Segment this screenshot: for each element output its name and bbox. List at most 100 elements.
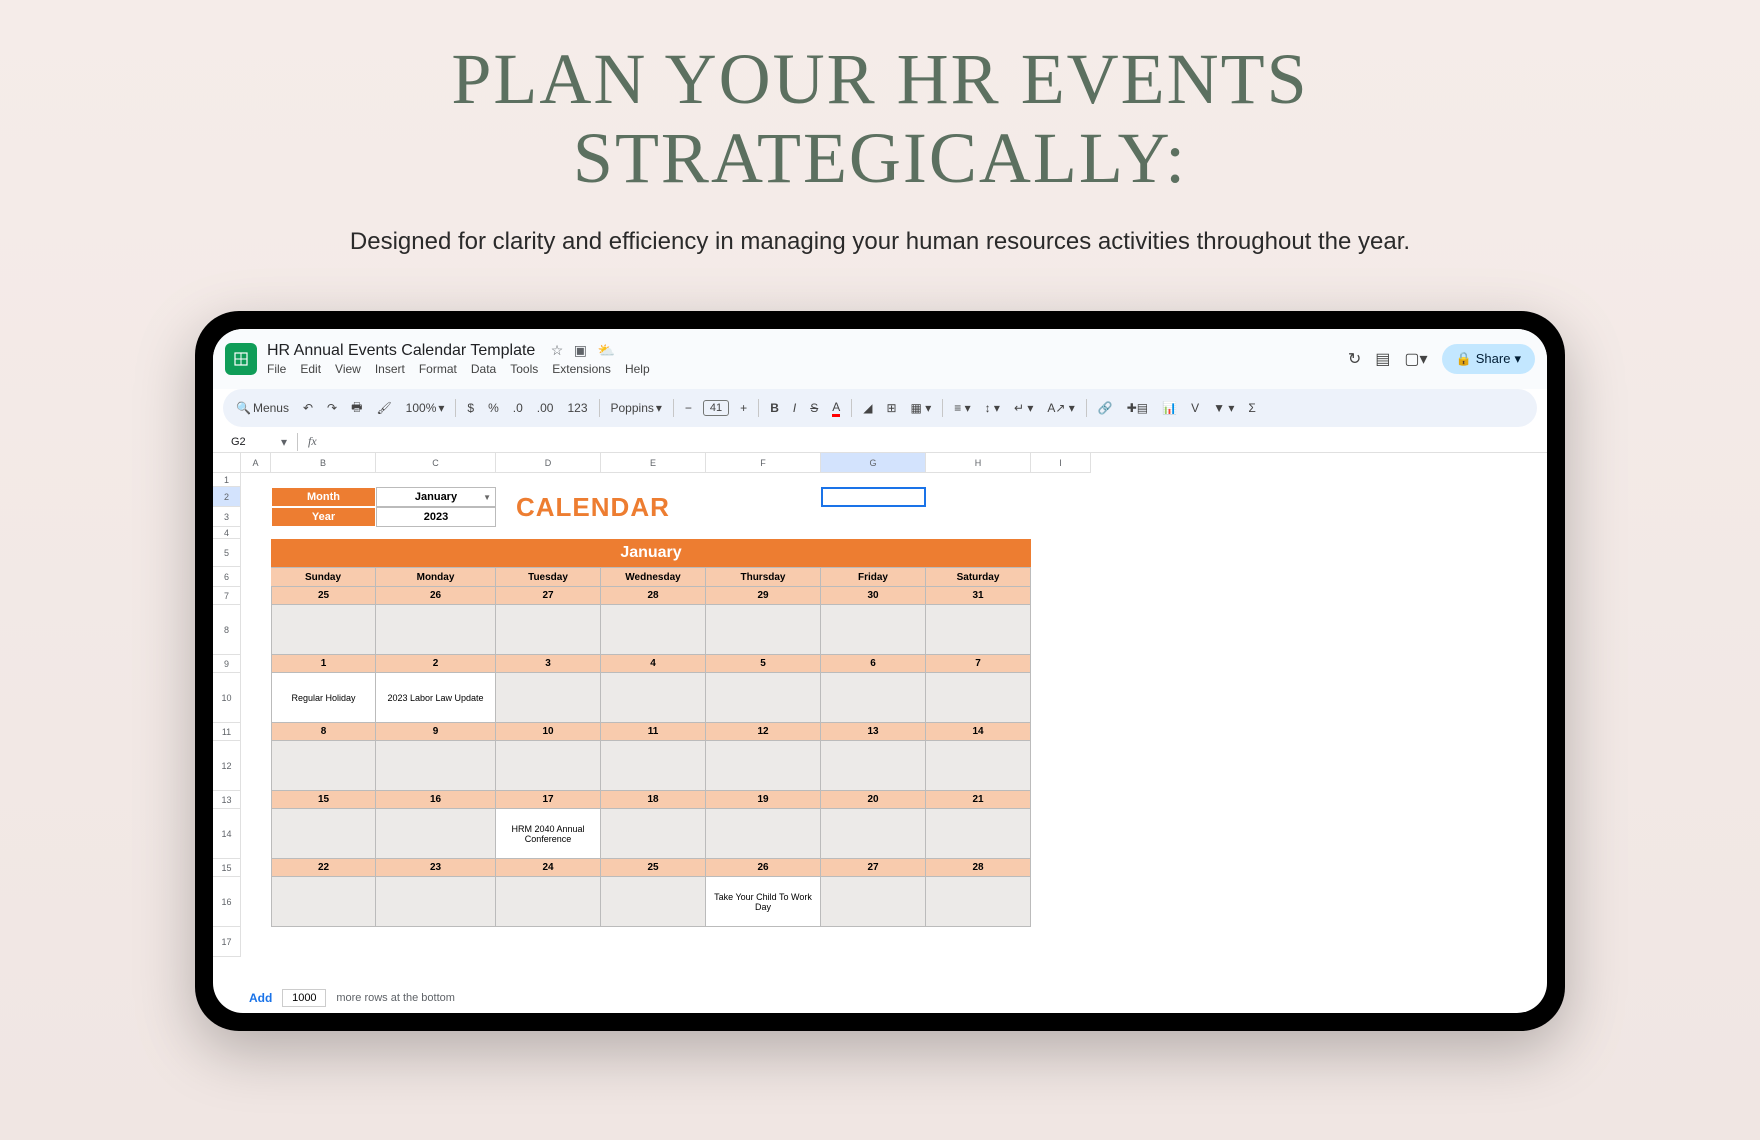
row-header-11[interactable]: 11 <box>213 723 241 741</box>
row-header-10[interactable]: 10 <box>213 673 241 723</box>
col-header-B[interactable]: B <box>271 453 376 473</box>
menu-tools[interactable]: Tools <box>510 362 538 376</box>
event-cell[interactable] <box>706 809 821 859</box>
date-cell[interactable]: 14 <box>926 723 1031 741</box>
date-cell[interactable]: 25 <box>271 587 376 605</box>
event-cell[interactable] <box>926 809 1031 859</box>
strike-button[interactable]: S <box>807 399 821 417</box>
event-cell[interactable] <box>821 809 926 859</box>
filter-views-button[interactable]: ▼ ▾ <box>1210 399 1237 417</box>
decimal-dec-button[interactable]: .0 <box>510 399 526 417</box>
functions-button[interactable]: Σ <box>1245 399 1258 417</box>
col-header-A[interactable]: A <box>241 453 271 473</box>
row-header-16[interactable]: 16 <box>213 877 241 927</box>
date-cell[interactable]: 21 <box>926 791 1031 809</box>
menu-format[interactable]: Format <box>419 362 457 376</box>
font-size-inc[interactable]: + <box>737 399 750 417</box>
col-header-G[interactable]: G <box>821 453 926 473</box>
italic-button[interactable]: I <box>790 399 799 417</box>
menu-file[interactable]: File <box>267 362 286 376</box>
star-icon[interactable]: ☆ <box>551 342 564 358</box>
event-cell[interactable]: Regular Holiday <box>271 673 376 723</box>
v-align-button[interactable]: ↕ ▾ <box>982 399 1003 417</box>
event-cell[interactable] <box>821 605 926 655</box>
event-cell[interactable] <box>926 741 1031 791</box>
col-header-F[interactable]: F <box>706 453 821 473</box>
number-format-button[interactable]: 123 <box>564 399 590 417</box>
date-cell[interactable]: 30 <box>821 587 926 605</box>
comment-button[interactable]: ✚▤ <box>1124 399 1151 417</box>
event-cell[interactable] <box>376 877 496 927</box>
event-cell[interactable] <box>496 605 601 655</box>
row-header-5[interactable]: 5 <box>213 539 241 567</box>
menu-help[interactable]: Help <box>625 362 650 376</box>
row-header-12[interactable]: 12 <box>213 741 241 791</box>
row-header-14[interactable]: 14 <box>213 809 241 859</box>
date-cell[interactable]: 4 <box>601 655 706 673</box>
grid[interactable]: ABCDEFGHI CALENDARMonthJanuary▼Year2023J… <box>241 453 1547 983</box>
filter-button[interactable]: V <box>1188 399 1202 417</box>
date-cell[interactable]: 24 <box>496 859 601 877</box>
date-cell[interactable]: 28 <box>926 859 1031 877</box>
event-cell[interactable] <box>376 605 496 655</box>
event-cell[interactable] <box>271 741 376 791</box>
date-cell[interactable]: 9 <box>376 723 496 741</box>
date-cell[interactable]: 7 <box>926 655 1031 673</box>
date-cell[interactable]: 28 <box>601 587 706 605</box>
currency-button[interactable]: $ <box>464 399 477 417</box>
row-header-9[interactable]: 9 <box>213 655 241 673</box>
event-cell[interactable]: 2023 Labor Law Update <box>376 673 496 723</box>
row-header-7[interactable]: 7 <box>213 587 241 605</box>
comment-icon[interactable]: ▤ <box>1375 349 1390 369</box>
date-cell[interactable]: 8 <box>271 723 376 741</box>
decimal-inc-button[interactable]: .00 <box>534 399 557 417</box>
date-cell[interactable]: 22 <box>271 859 376 877</box>
event-cell[interactable] <box>601 673 706 723</box>
row-header-2[interactable]: 2 <box>213 487 241 507</box>
row-header-6[interactable]: 6 <box>213 567 241 587</box>
year-value[interactable]: 2023 <box>376 507 496 527</box>
event-cell[interactable] <box>496 673 601 723</box>
row-header-1[interactable]: 1 <box>213 473 241 487</box>
date-cell[interactable]: 23 <box>376 859 496 877</box>
font-size-input[interactable]: 41 <box>703 400 729 416</box>
rows-count-input[interactable] <box>282 989 326 1007</box>
event-cell[interactable] <box>706 605 821 655</box>
event-cell[interactable] <box>821 741 926 791</box>
redo-button[interactable]: ↷ <box>324 399 340 417</box>
col-header-C[interactable]: C <box>376 453 496 473</box>
date-cell[interactable]: 11 <box>601 723 706 741</box>
row-header-17[interactable]: 17 <box>213 927 241 957</box>
date-cell[interactable]: 2 <box>376 655 496 673</box>
cloud-icon[interactable]: ⛅ <box>597 342 614 358</box>
row-header-4[interactable]: 4 <box>213 527 241 539</box>
date-cell[interactable]: 31 <box>926 587 1031 605</box>
date-cell[interactable]: 20 <box>821 791 926 809</box>
date-cell[interactable]: 13 <box>821 723 926 741</box>
menu-data[interactable]: Data <box>471 362 496 376</box>
print-button[interactable]: 🖶 <box>348 396 365 421</box>
date-cell[interactable]: 1 <box>271 655 376 673</box>
date-cell[interactable]: 26 <box>706 859 821 877</box>
text-color-button[interactable]: A <box>829 398 843 419</box>
doc-title[interactable]: HR Annual Events Calendar Template <box>267 342 535 360</box>
link-button[interactable]: 🔗 <box>1095 399 1116 417</box>
event-cell[interactable] <box>601 605 706 655</box>
date-cell[interactable]: 25 <box>601 859 706 877</box>
event-cell[interactable] <box>926 605 1031 655</box>
event-cell[interactable] <box>496 741 601 791</box>
event-cell[interactable] <box>271 877 376 927</box>
add-rows-button[interactable]: Add <box>249 991 272 1005</box>
event-cell[interactable] <box>601 809 706 859</box>
month-value[interactable]: January▼ <box>376 487 496 507</box>
event-cell[interactable] <box>926 673 1031 723</box>
sheet-content[interactable]: CALENDARMonthJanuary▼Year2023JanuarySund… <box>241 473 1547 957</box>
date-cell[interactable]: 15 <box>271 791 376 809</box>
date-cell[interactable]: 3 <box>496 655 601 673</box>
event-cell[interactable]: HRM 2040 Annual Conference <box>496 809 601 859</box>
event-cell[interactable] <box>601 741 706 791</box>
date-cell[interactable]: 26 <box>376 587 496 605</box>
date-cell[interactable]: 12 <box>706 723 821 741</box>
col-header-D[interactable]: D <box>496 453 601 473</box>
event-cell[interactable]: Take Your Child To Work Day <box>706 877 821 927</box>
